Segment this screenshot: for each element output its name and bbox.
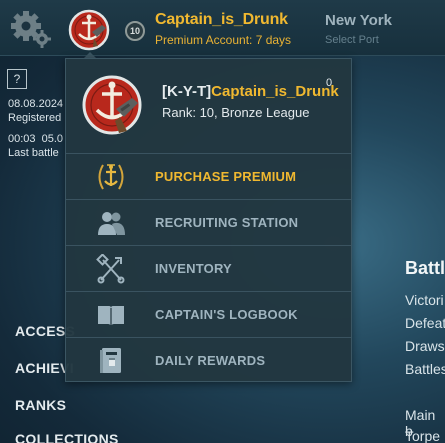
left-menu-collections[interactable]: COLLECTIONS — [15, 431, 119, 443]
menu-label: CAPTAIN'S LOGBOOK — [155, 307, 298, 322]
battles-title: Battle — [405, 258, 445, 278]
menu-label: INVENTORY — [155, 261, 232, 276]
rank-text: Rank: 10, Bronze League — [162, 105, 310, 120]
last-battle-label: Last battle — [8, 147, 59, 159]
port-name[interactable]: New York — [325, 12, 392, 29]
select-port-link[interactable]: Select Port — [325, 34, 379, 46]
left-menu-ranks[interactable]: RANKS — [15, 397, 66, 413]
dropdown-player-name: [K-Y-T]Captain_is_Drunk — [162, 83, 339, 100]
level-badge: 10 — [125, 21, 145, 41]
player-name: Captain_is_Drunk — [211, 83, 339, 100]
account-dropdown: [K-Y-T]Captain_is_Drunk 0 Rank: 10, Bron… — [65, 58, 352, 382]
menu-daily-rewards[interactable]: DAILY REWARDS — [66, 337, 351, 383]
menu-purchase-premium[interactable]: PURCHASE PREMIUM — [66, 153, 351, 199]
anchor-avatar-icon[interactable] — [68, 8, 110, 52]
menu-label: DAILY REWARDS — [155, 353, 266, 368]
stat-battles: Battles — [405, 361, 445, 377]
stat-defeats: Defeat — [405, 315, 445, 331]
stat-victories: Victori — [405, 292, 444, 308]
open-book-icon — [97, 305, 124, 326]
player-name[interactable]: Captain_is_Drunk — [155, 11, 288, 29]
anchor-premium-icon — [98, 163, 123, 190]
recruits-icon — [97, 211, 125, 235]
last-battle-value: 00:03 05.0 — [8, 133, 64, 145]
calendar-book-icon — [99, 347, 121, 373]
registered-date: 08.08.2024 — [8, 98, 64, 110]
menu-recruiting-station[interactable]: RECRUITING STATION — [66, 199, 351, 245]
crossed-tools-icon — [95, 253, 124, 283]
stat-draws: Draws — [405, 338, 445, 354]
menu-inventory[interactable]: INVENTORY — [66, 245, 351, 291]
top-bar: 10 Captain_is_Drunk Premium Account: 7 d… — [0, 0, 445, 56]
stat-torpedoes: Torpe — [405, 428, 441, 443]
menu-label: RECRUITING STATION — [155, 215, 299, 230]
player-superscript: 0 — [326, 77, 333, 89]
menu-captains-logbook[interactable]: CAPTAIN'S LOGBOOK — [66, 291, 351, 337]
menu-label: PURCHASE PREMIUM — [155, 169, 297, 184]
anchor-avatar-icon — [82, 75, 142, 135]
dropdown-header: [K-Y-T]Captain_is_Drunk 0 Rank: 10, Bron… — [66, 59, 351, 153]
premium-status: Premium Account: 7 days — [155, 33, 292, 47]
registered-label: Registered — [8, 112, 62, 124]
clan-tag[interactable]: [K-Y-T] — [162, 83, 211, 100]
help-button[interactable]: ? — [7, 69, 27, 89]
gear-icon[interactable] — [8, 9, 52, 49]
